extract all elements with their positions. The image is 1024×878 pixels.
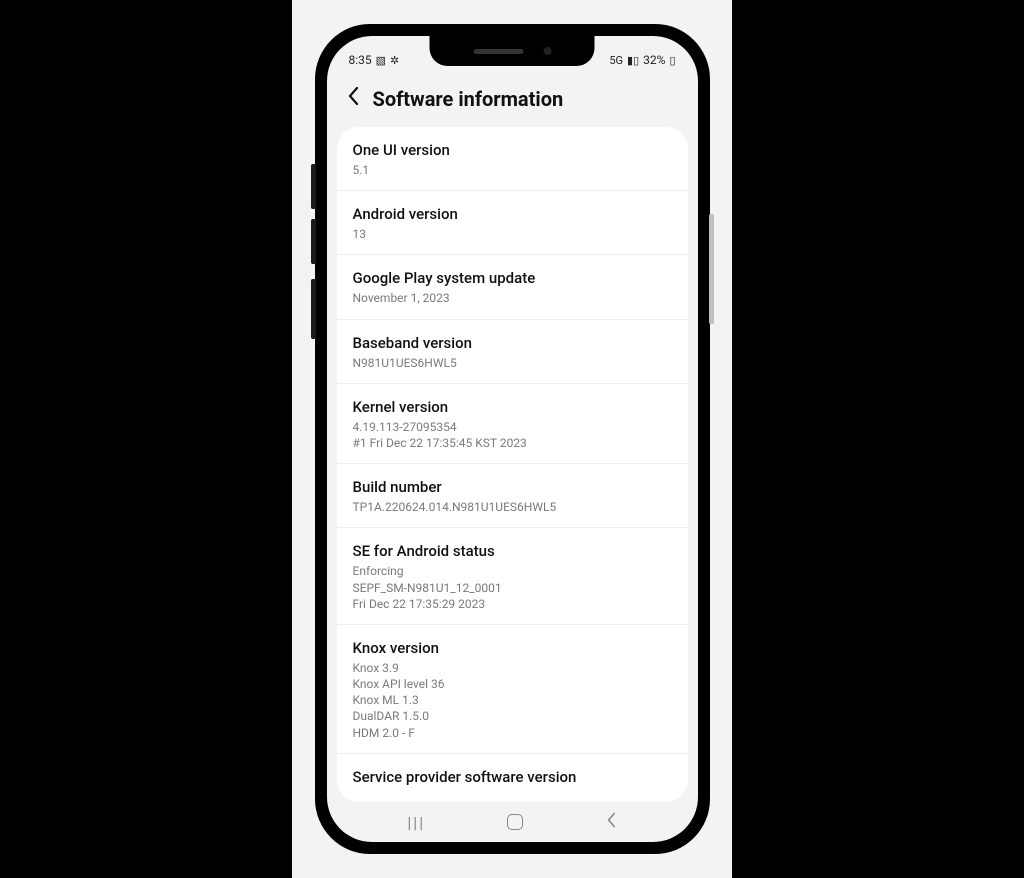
row-build-number[interactable]: Build number TP1A.220624.014.N981U1UES6H…	[337, 464, 688, 528]
chevron-left-icon	[347, 86, 359, 106]
row-label: Kernel version	[353, 398, 672, 416]
row-android-version[interactable]: Android version 13	[337, 191, 688, 255]
settings-list: One UI version 5.1 Android version 13 Go…	[337, 127, 688, 802]
row-label: Google Play system update	[353, 269, 672, 287]
row-value: TP1A.220624.014.N981U1UES6HWL5	[353, 499, 672, 515]
volume-up-button[interactable]	[311, 164, 316, 209]
chevron-left-icon	[605, 812, 617, 828]
network-5g-icon: 5G	[609, 55, 623, 66]
row-service-provider-version[interactable]: Service provider software version	[337, 754, 688, 792]
row-label: Build number	[353, 478, 672, 496]
row-value: 5.1	[353, 162, 672, 178]
status-battery: 32%	[643, 54, 665, 66]
mockup-backdrop: 8:35 ▧ ✲ 5G ▮▯ 32% ▯ Software informatio…	[292, 0, 732, 878]
row-se-android-status[interactable]: SE for Android status Enforcing SEPF_SM-…	[337, 528, 688, 625]
phone-frame: 8:35 ▧ ✲ 5G ▮▯ 32% ▯ Software informatio…	[315, 24, 710, 854]
row-label: Service provider software version	[353, 768, 672, 786]
row-label: SE for Android status	[353, 542, 672, 560]
row-label: Android version	[353, 205, 672, 223]
status-right: 5G ▮▯ 32% ▯	[609, 54, 675, 66]
screen: 8:35 ▧ ✲ 5G ▮▯ 32% ▯ Software informatio…	[327, 36, 698, 842]
row-value: 4.19.113-27095354 #1 Fri Dec 22 17:35:45…	[353, 419, 672, 451]
status-time: 8:35	[349, 54, 372, 66]
row-value: Enforcing SEPF_SM-N981U1_12_0001 Fri Dec…	[353, 563, 672, 612]
volume-down-button[interactable]	[311, 219, 316, 264]
nav-back-button[interactable]	[605, 812, 617, 833]
row-kernel-version[interactable]: Kernel version 4.19.113-27095354 #1 Fri …	[337, 384, 688, 464]
signal-icon: ▮▯	[627, 55, 639, 66]
row-label: Baseband version	[353, 334, 672, 352]
page-title: Software information	[373, 87, 564, 111]
settings-status-icon: ✲	[390, 55, 399, 66]
power-button[interactable]	[709, 214, 714, 324]
row-baseband-version[interactable]: Baseband version N981U1UES6HWL5	[337, 320, 688, 384]
status-left: 8:35 ▧ ✲	[349, 54, 400, 66]
back-button[interactable]	[347, 86, 359, 111]
row-value: November 1, 2023	[353, 290, 672, 306]
battery-icon: ▯	[669, 55, 675, 66]
nav-recents-button[interactable]: |||	[407, 813, 425, 832]
image-icon: ▧	[376, 55, 386, 66]
row-value: Knox 3.9 Knox API level 36 Knox ML 1.3 D…	[353, 660, 672, 741]
row-label: One UI version	[353, 141, 672, 159]
row-label: Knox version	[353, 639, 672, 657]
notch	[430, 36, 595, 66]
front-camera	[543, 47, 551, 55]
header: Software information	[327, 68, 698, 127]
row-value: 13	[353, 226, 672, 242]
nav-home-button[interactable]	[507, 814, 523, 830]
speaker-grill	[473, 49, 523, 54]
row-google-play-update[interactable]: Google Play system update November 1, 20…	[337, 255, 688, 319]
navigation-bar: |||	[327, 802, 698, 842]
row-value: N981U1UES6HWL5	[353, 355, 672, 371]
side-key-button[interactable]	[311, 279, 316, 339]
row-knox-version[interactable]: Knox version Knox 3.9 Knox API level 36 …	[337, 625, 688, 754]
row-one-ui-version[interactable]: One UI version 5.1	[337, 127, 688, 191]
